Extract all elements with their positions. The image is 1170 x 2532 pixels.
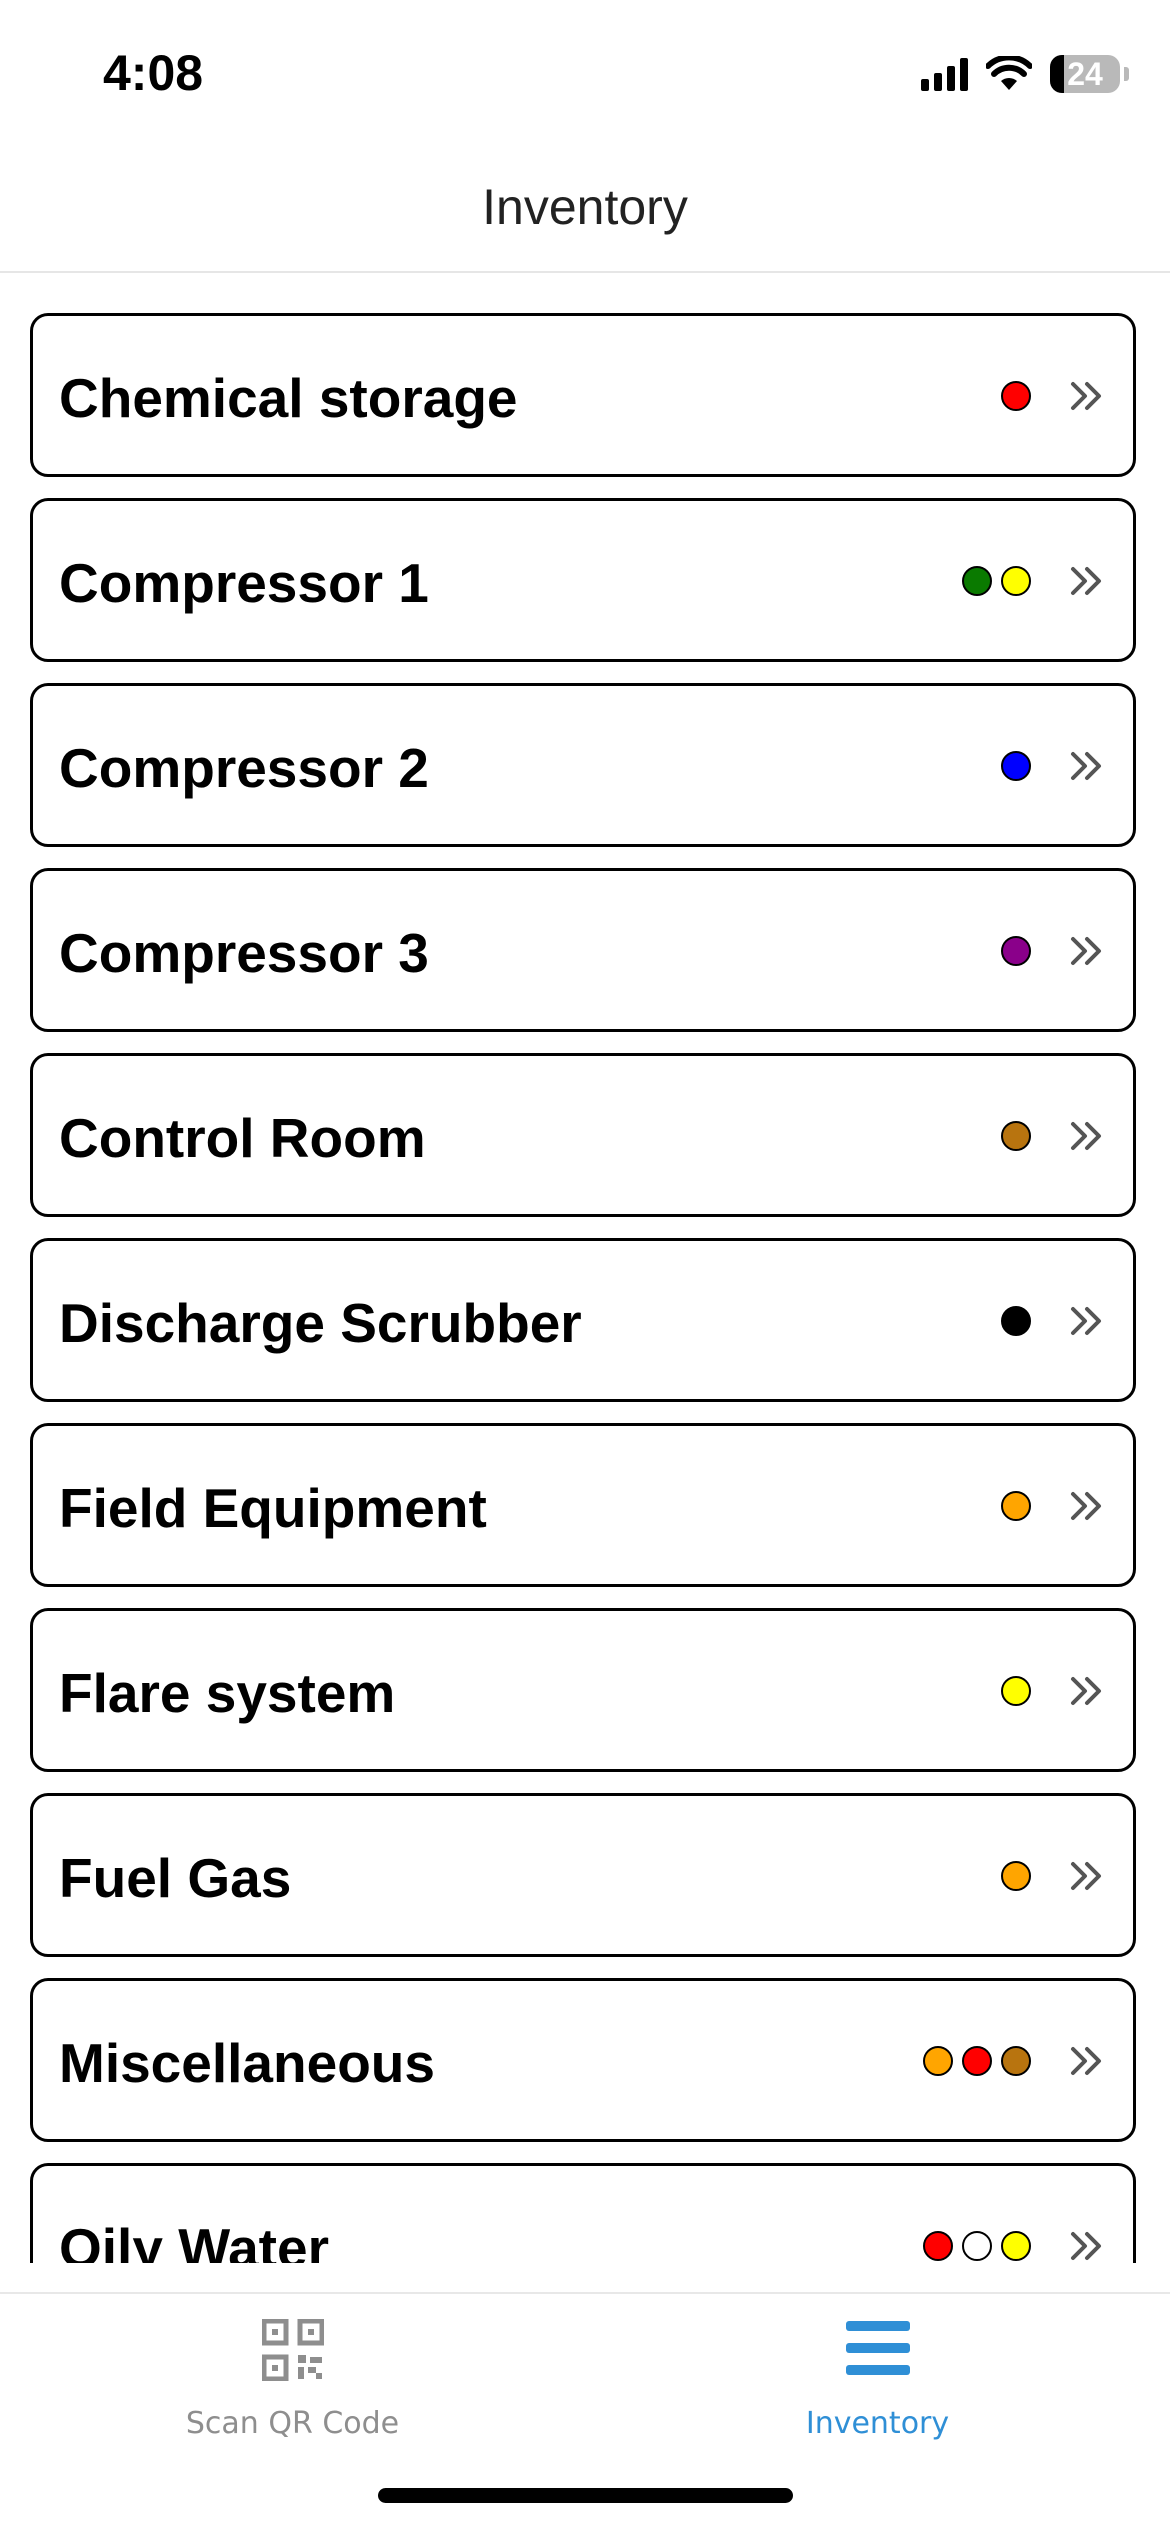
wifi-icon [986,56,1032,90]
menu-icon [845,2321,910,2375]
color-dot [1001,2046,1031,2076]
color-indicators [1001,1491,1031,1521]
list-item-label: Flare system [59,1662,396,1724]
color-dot [962,2046,992,2076]
list-item-label: Control Room [59,1107,426,1169]
double-chevron-right-icon [1071,1677,1101,1705]
list-item-label: Field Equipment [59,1477,487,1539]
color-indicators [1001,1306,1031,1336]
inventory-list[interactable]: Chemical storage Compressor 1 Compressor 2… [0,275,1170,2263]
double-chevron-right-icon [1071,752,1101,780]
list-item[interactable]: Compressor 3 [30,868,1136,1032]
list-item[interactable]: Chemical storage [30,313,1136,477]
list-item[interactable]: Control Room [30,1053,1136,1217]
color-dot [962,566,992,596]
list-item-label: Chemical storage [59,367,518,429]
list-item-label: Fuel Gas [59,1847,292,1909]
color-dot [1001,1861,1031,1891]
color-dot [1001,566,1031,596]
double-chevron-right-icon [1071,2047,1101,2075]
list-item-label: Miscellaneous [59,2032,435,2094]
nav-header: Inventory [0,140,1170,273]
color-dot [962,2231,992,2261]
color-indicators [1001,1121,1031,1151]
color-dot [1001,1121,1031,1151]
color-indicators [1001,381,1031,411]
list-item[interactable]: Compressor 2 [30,683,1136,847]
list-item-label: Compressor 2 [59,737,429,799]
list-item-label: Oily Water [59,2217,329,2263]
cellular-signal-icon [921,57,968,91]
color-indicators [1001,936,1031,966]
color-indicators [923,2046,1031,2076]
color-dot [1001,381,1031,411]
list-item[interactable]: Miscellaneous [30,1978,1136,2142]
status-bar: 4:08 24 [0,0,1170,140]
color-dot [1001,1491,1031,1521]
status-time: 4:08 [103,45,204,101]
list-item[interactable]: Fuel Gas [30,1793,1136,1957]
color-dot [1001,751,1031,781]
double-chevron-right-icon [1071,2232,1101,2260]
list-item[interactable]: Field Equipment [30,1423,1136,1587]
tab-scan-qr-code[interactable]: Scan QR Code [0,2294,585,2444]
color-dot [1001,1306,1031,1336]
color-indicators [962,566,1031,596]
double-chevron-right-icon [1071,1307,1101,1335]
qr-code-icon [261,2319,324,2381]
battery-icon: 24 [1050,55,1129,93]
double-chevron-right-icon [1071,567,1101,595]
list-item-label: Compressor 1 [59,552,429,614]
tab-label: Scan QR Code [185,2406,400,2441]
double-chevron-right-icon [1071,1122,1101,1150]
list-item-label: Compressor 3 [59,922,429,984]
battery-level: 24 [1067,56,1103,92]
list-item[interactable]: Compressor 1 [30,498,1136,662]
color-indicators [923,2231,1031,2261]
double-chevron-right-icon [1071,1492,1101,1520]
status-icons: 24 [921,52,1129,96]
color-indicators [1001,1861,1031,1891]
double-chevron-right-icon [1071,382,1101,410]
color-dot [923,2231,953,2261]
list-item-label: Discharge Scrubber [59,1292,582,1354]
tab-inventory[interactable]: Inventory [585,2294,1170,2444]
home-indicator [378,2488,793,2503]
list-item[interactable]: Flare system [30,1608,1136,1772]
list-item[interactable]: Oily Water [30,2163,1136,2263]
double-chevron-right-icon [1071,1862,1101,1890]
double-chevron-right-icon [1071,937,1101,965]
color-dot [1001,936,1031,966]
color-dot [1001,2231,1031,2261]
list-item[interactable]: Discharge Scrubber [30,1238,1136,1402]
color-dot [1001,1676,1031,1706]
tab-label: Inventory [805,2406,950,2441]
color-dot [923,2046,953,2076]
color-indicators [1001,751,1031,781]
color-indicators [1001,1676,1031,1706]
page-title: Inventory [482,179,688,235]
